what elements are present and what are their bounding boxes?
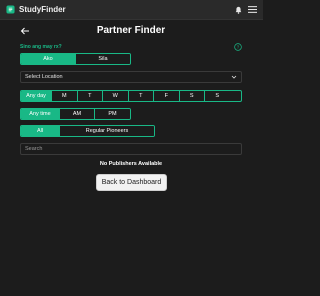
empty-state-message: No Publishers Available — [99, 161, 163, 167]
bell-icon[interactable] — [235, 6, 242, 14]
partner-finder-panel: Partner Finder ? Sino ang may rx? Ako Si… — [20, 20, 242, 296]
day-option-fri[interactable]: F — [153, 91, 179, 101]
who-option-sila[interactable]: Sila — [75, 54, 130, 64]
day-option-mon[interactable]: M — [51, 91, 77, 101]
day-option-thu[interactable]: T — [127, 91, 153, 101]
time-option-any[interactable]: Any time — [21, 109, 59, 119]
chevron-down-icon — [231, 75, 237, 79]
day-option-wed[interactable]: W — [102, 91, 128, 101]
time-filter: Any time AM PM — [20, 108, 131, 120]
top-bar: StudyFinder — [0, 0, 263, 20]
location-select-value: Select Location — [25, 74, 63, 80]
app-brand: StudyFinder — [19, 5, 66, 14]
pioneer-option-all[interactable]: All — [21, 126, 59, 136]
time-option-am[interactable]: AM — [59, 109, 94, 119]
day-option-sun[interactable]: S — [204, 91, 230, 101]
back-to-dashboard-button[interactable]: Back to Dashboard — [96, 174, 167, 191]
search-input[interactable] — [20, 143, 242, 155]
pioneer-filter: All Regular Pioneers — [20, 125, 155, 137]
day-option-sat[interactable]: S — [178, 91, 204, 101]
menu-icon[interactable] — [248, 6, 257, 13]
time-option-pm[interactable]: PM — [94, 109, 130, 119]
app-logo-icon — [6, 5, 15, 14]
who-option-ako[interactable]: Ako — [21, 54, 75, 64]
location-select[interactable]: Select Location — [20, 71, 242, 83]
day-option-tue[interactable]: T — [76, 91, 102, 101]
pioneer-option-regular[interactable]: Regular Pioneers — [59, 126, 154, 136]
day-option-any[interactable]: Any day — [21, 91, 51, 101]
help-icon[interactable]: ? — [234, 43, 242, 51]
svg-text:?: ? — [237, 45, 240, 50]
page-header: Partner Finder — [20, 24, 242, 38]
question-label: Sino ang may rx? — [20, 44, 62, 50]
day-filter: Any day M T W T F S S — [20, 90, 242, 102]
page-title: Partner Finder — [96, 25, 166, 36]
who-toggle: Ako Sila — [20, 53, 131, 65]
